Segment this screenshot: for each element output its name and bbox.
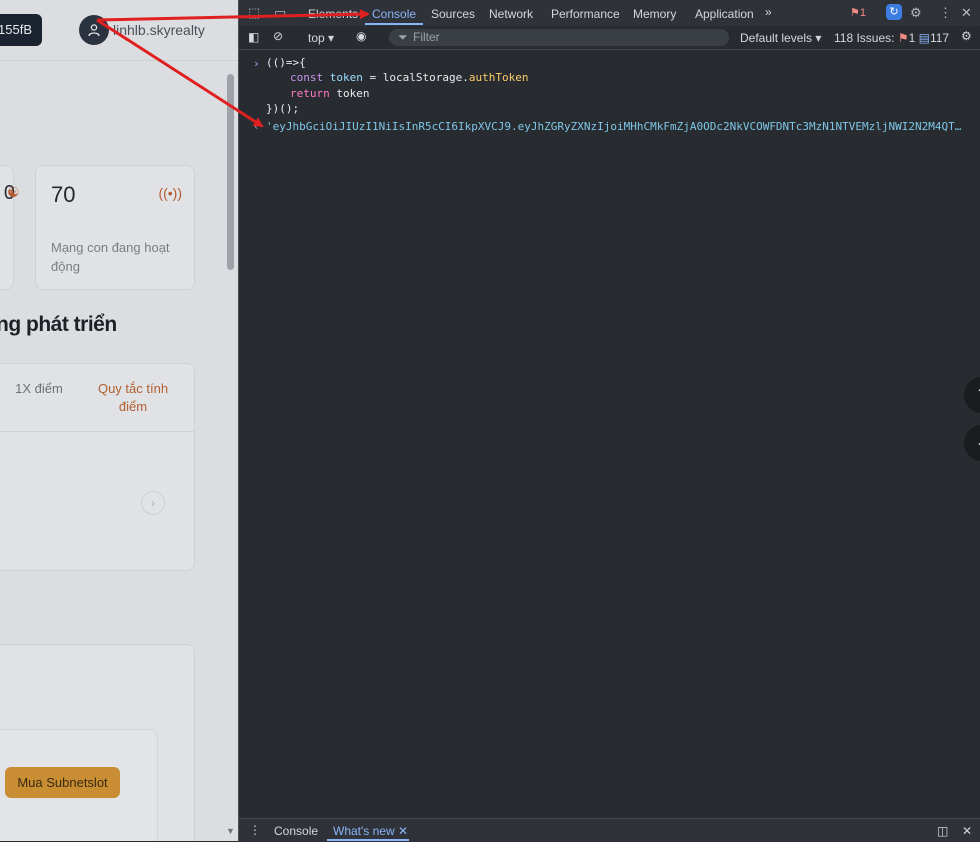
- devtools-panel: ⬚ ▭ Elements Console Sources Network Per…: [238, 0, 980, 842]
- inspect-element-icon[interactable]: ⬚: [248, 5, 260, 21]
- error-count: 1: [859, 7, 866, 19]
- close-drawer-icon[interactable]: ✕: [962, 824, 972, 838]
- tab-performance[interactable]: Performance: [551, 7, 620, 21]
- page-scrollbar-thumb[interactable]: [227, 74, 234, 270]
- issues-error-icon: ⚑: [897, 31, 909, 45]
- context-label: top: [308, 31, 325, 45]
- code-line-2: const token = localStorage.authToken: [290, 71, 529, 84]
- drawer-tab-whats-new[interactable]: What's new ✕: [333, 824, 408, 838]
- dock-side-icon[interactable]: ◫: [937, 824, 948, 838]
- clear-console-icon[interactable]: ⊘: [273, 29, 283, 43]
- error-flag-icon[interactable]: ⚑1: [850, 6, 866, 19]
- console-settings-gear-icon[interactable]: ⚙: [961, 29, 972, 43]
- stat-value: 70: [51, 182, 76, 207]
- drawer-tab-console[interactable]: Console: [274, 824, 318, 838]
- code-line-4: })();: [266, 102, 300, 115]
- balance-badge[interactable]: 155fB: [0, 14, 42, 46]
- stat-card-subnets: 70 ((•)) Mạng con đang hoạt động: [35, 165, 195, 290]
- sidebar-toggle-icon[interactable]: ◧: [248, 30, 259, 44]
- table-divider: [0, 431, 194, 432]
- devtools-tabbar: ⬚ ▭ Elements Console Sources Network Per…: [239, 0, 980, 27]
- broadcast-icon: ((•)): [158, 185, 182, 201]
- close-devtools-icon[interactable]: ✕: [961, 5, 972, 21]
- filter-placeholder: Filter: [413, 30, 440, 44]
- username[interactable]: linhlb.skyrealty: [113, 22, 205, 38]
- tab-memory[interactable]: Memory: [633, 7, 676, 21]
- drawer-tab-whats-new-label: What's new: [333, 824, 395, 838]
- buy-subnetslot-button[interactable]: Mua Subnetslot: [5, 767, 120, 798]
- user-avatar[interactable]: [79, 15, 109, 45]
- issues-info-icon: ▤: [918, 31, 930, 45]
- webpage-panel: 155fB linhlb.skyrealty 0 ☯ 70 ((•)) Mạng…: [0, 0, 238, 841]
- return-value-arrow-icon: ‹: [253, 120, 260, 133]
- tab-sources[interactable]: Sources: [431, 7, 475, 21]
- levels-label: Default levels: [740, 31, 813, 45]
- scroll-down-arrow-icon[interactable]: ▼: [226, 826, 235, 836]
- kebab-menu-icon[interactable]: ⋮: [939, 5, 952, 21]
- stat-label: Mạng con đang hoạt động: [51, 240, 170, 274]
- live-expression-eye-icon[interactable]: ◉: [356, 29, 366, 43]
- table-header-rules[interactable]: Quy tắc tính điểm: [88, 380, 178, 416]
- points-table: 1X điểm Quy tắc tính điểm ›: [0, 363, 195, 571]
- issues-label: 118 Issues:: [834, 31, 895, 45]
- log-levels-dropdown[interactable]: Default levels ▾: [740, 31, 821, 45]
- drawer-menu-icon[interactable]: ⋮: [249, 823, 261, 837]
- users-icon: ☯: [7, 184, 20, 200]
- device-toolbar-icon[interactable]: ▭: [274, 5, 286, 21]
- more-tabs-chevron-icon[interactable]: »: [765, 5, 772, 19]
- console-result-token[interactable]: 'eyJhbGciOiJIUzI1NiIsInR5cCI6IkpXVCJ9.ey…: [266, 120, 966, 133]
- ai-assistant-icon[interactable]: ↻: [886, 4, 902, 20]
- console-toolbar: ◧ ⊘ top ▾ ◉ ⏷ Filter Default levels ▾ 11…: [239, 26, 980, 50]
- close-tab-icon[interactable]: ✕: [398, 824, 408, 838]
- chevron-right-icon[interactable]: ›: [141, 491, 165, 515]
- tab-elements[interactable]: Elements: [308, 7, 358, 21]
- issues-counter[interactable]: 118 Issues: ⚑1 ▤117: [834, 31, 949, 45]
- tab-application[interactable]: Application: [695, 7, 754, 21]
- filter-funnel-icon: ⏷: [398, 30, 408, 44]
- tab-console[interactable]: Console: [372, 7, 416, 21]
- settings-gear-icon[interactable]: ⚙: [910, 5, 922, 21]
- tab-network[interactable]: Network: [489, 7, 533, 21]
- filter-input[interactable]: ⏷ Filter: [389, 29, 729, 46]
- active-tab-indicator: [365, 23, 423, 25]
- user-icon: [88, 24, 100, 37]
- section-title: ng phát triển: [0, 313, 117, 336]
- table-header-multiplier: 1X điểm: [15, 381, 63, 396]
- console-output[interactable]: › (()=>{ const token = localStorage.auth…: [239, 50, 980, 818]
- code-line-3: return token: [290, 87, 370, 100]
- issues-error-count: 1: [908, 31, 916, 45]
- issues-info-count: 117: [929, 31, 950, 45]
- code-line-1: (()=>{: [266, 56, 306, 69]
- devtools-drawer: ⋮ Console What's new ✕ ◫ ✕: [239, 818, 980, 842]
- input-prompt-chevron-icon: ›: [253, 57, 260, 70]
- context-selector[interactable]: top ▾: [308, 31, 334, 45]
